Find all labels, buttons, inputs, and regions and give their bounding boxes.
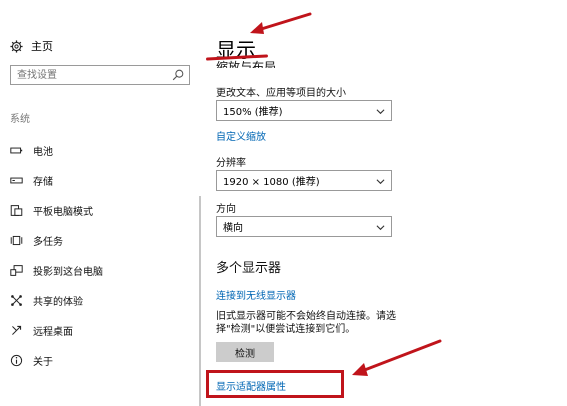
scale-dropdown[interactable]: 150% (推荐) [216, 100, 392, 121]
search-input[interactable] [11, 66, 173, 84]
sidebar-item-about[interactable]: 关于 [10, 351, 53, 369]
sidebar-section-label: 系统 [10, 114, 30, 125]
legacy-display-note: 旧式显示器可能不会始终自动连接。请选择"检测"以便尝试连接到它们。 [216, 311, 396, 335]
sidebar-item-label: 平板电脑模式 [33, 206, 93, 218]
gear-icon [10, 39, 23, 53]
sidebar-item-label: 远程桌面 [33, 326, 73, 338]
sidebar-item-tablet-mode[interactable]: 平板电脑模式 [10, 201, 93, 219]
sidebar-item-label: 投影到这台电脑 [33, 266, 103, 278]
sidebar-item-multitask[interactable]: 多任务 [10, 231, 63, 249]
annotation-arrow-title [250, 12, 312, 34]
project-icon [10, 264, 23, 276]
sidebar-item-label: 关于 [33, 356, 53, 368]
info-icon [10, 354, 23, 366]
sidebar-item-label: 共享的体验 [33, 296, 83, 308]
sidebar-item-label: 存储 [33, 176, 53, 188]
sidebar-item-project[interactable]: 投影到这台电脑 [10, 261, 103, 279]
battery-icon [10, 147, 23, 153]
tablet-mode-icon [10, 204, 23, 216]
detect-button[interactable]: 检测 [216, 342, 274, 362]
chevron-down-icon [376, 109, 385, 115]
section-subtitle: 缩放与布局 [216, 60, 277, 68]
multitask-icon [10, 235, 23, 245]
sidebar-item-battery[interactable]: 电池 [10, 141, 53, 159]
sidebar-item-label: 多任务 [33, 236, 63, 248]
storage-icon [10, 177, 23, 183]
sidebar: 主页 系统 电池 存储 平板电脑模式 多任务 投影到这台电脑 共享的体验 远程桌… [0, 0, 200, 400]
sidebar-item-remote-desktop[interactable]: 远程桌面 [10, 321, 73, 339]
multi-display-heading: 多个显示器 [216, 261, 282, 276]
annotation-highlight-box [206, 370, 344, 398]
resolution-dropdown[interactable]: 1920 × 1080 (推荐) [216, 170, 392, 191]
search-box[interactable] [10, 65, 190, 85]
sidebar-item-storage[interactable]: 存储 [10, 171, 53, 189]
content-scrollbar[interactable] [199, 196, 201, 406]
sidebar-home[interactable]: 主页 [10, 38, 53, 54]
annotation-arrow-adapter [352, 339, 442, 376]
scale-label: 更改文本、应用等项目的大小 [216, 88, 346, 99]
scale-dropdown-value: 150% (推荐) [223, 107, 283, 118]
sidebar-item-label: 电池 [33, 146, 53, 158]
chevron-down-icon [376, 179, 385, 185]
search-icon[interactable] [171, 68, 185, 82]
chevron-down-icon [376, 225, 385, 231]
remote-desktop-icon [12, 325, 22, 335]
orientation-label: 方向 [216, 204, 236, 215]
resolution-dropdown-value: 1920 × 1080 (推荐) [223, 177, 320, 188]
custom-scale-link[interactable]: 自定义缩放 [216, 128, 266, 143]
shared-experience-icon [11, 294, 22, 306]
orientation-dropdown[interactable]: 横向 [216, 216, 392, 237]
sidebar-item-shared-experience[interactable]: 共享的体验 [10, 291, 83, 309]
orientation-dropdown-value: 横向 [223, 223, 243, 234]
resolution-label: 分辨率 [216, 158, 246, 169]
sidebar-home-label: 主页 [31, 40, 53, 53]
wireless-display-link[interactable]: 连接到无线显示器 [216, 287, 296, 302]
